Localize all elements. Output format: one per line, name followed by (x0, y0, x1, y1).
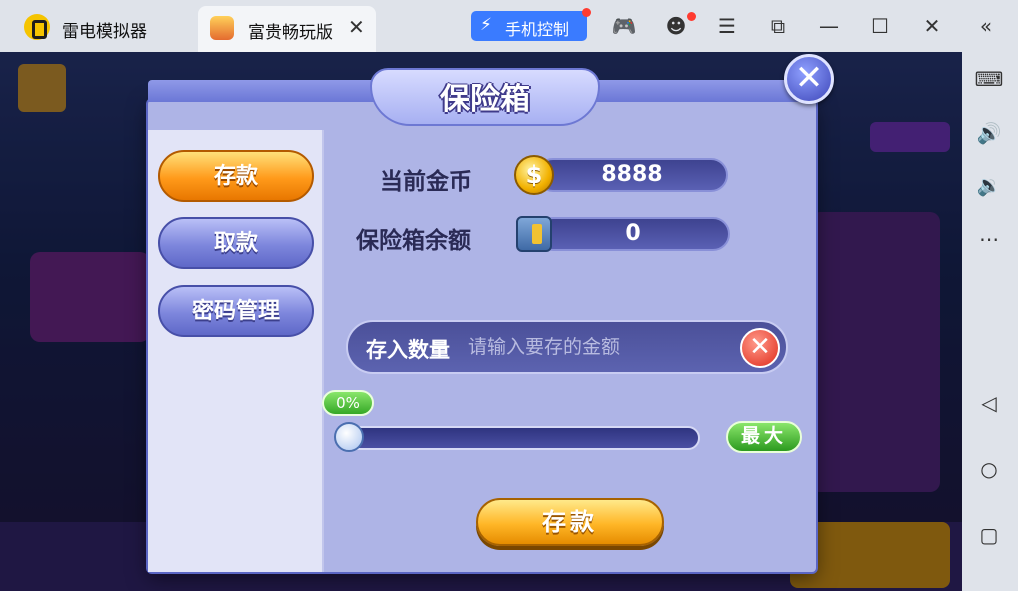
deposit-button[interactable]: 存款 (476, 498, 664, 546)
safe-balance-label: 保险箱余额 (356, 228, 471, 254)
volume-up-icon[interactable]: 🔊 (974, 118, 1004, 148)
tab-label: 富贵畅玩版 (248, 23, 333, 43)
account-notification-dot (687, 12, 696, 21)
menu-password-button[interactable]: 密码管理 (158, 285, 314, 337)
collapse-sidebar-icon[interactable]: « (972, 12, 1000, 40)
notification-dot (582, 8, 591, 17)
safe-balance-value: 0 (536, 217, 730, 251)
safe-menu: 存款 取款 密码管理 (148, 130, 324, 572)
current-coins-label: 当前金币 (380, 169, 472, 195)
close-dialog-button[interactable]: ✕ (784, 54, 834, 104)
slider-percent-badge: 0% (322, 390, 374, 416)
max-button[interactable]: 最大 (726, 421, 802, 453)
back-icon[interactable]: ◁ (974, 388, 1004, 418)
restore-window-icon[interactable]: ⧉ (764, 12, 792, 40)
deposit-amount-input[interactable] (468, 332, 728, 362)
app-title: 雷电模拟器 (62, 22, 147, 42)
amount-slider-track[interactable] (336, 426, 700, 450)
volume-down-icon[interactable]: 🔉 (974, 170, 1004, 200)
tab-close-icon[interactable]: ✕ (348, 15, 365, 39)
game-tab-icon (210, 16, 234, 40)
safe-icon (516, 216, 552, 252)
tab-game[interactable]: 富贵畅玩版 ✕ (198, 6, 376, 52)
maximize-icon[interactable]: ☐ (866, 12, 894, 40)
emulator-logo-icon (24, 14, 50, 40)
gamepad-icon[interactable]: 🎮 (610, 12, 638, 40)
amount-slider-thumb[interactable] (334, 422, 364, 452)
menu-deposit-button[interactable]: 存款 (158, 150, 314, 202)
lightning-icon: ⚡ (480, 15, 492, 35)
close-window-icon[interactable]: ✕ (918, 12, 946, 40)
more-icon[interactable]: ⋯ (974, 224, 1004, 254)
home-icon[interactable]: ○ (974, 454, 1004, 484)
keyboard-icon[interactable]: ⌨ (974, 64, 1004, 94)
minimize-icon[interactable]: — (815, 12, 843, 40)
safe-box-dialog: 保险箱 ✕ 存款 取款 密码管理 当前金币 8888 $ 保险箱余额 0 存入数… (148, 54, 834, 572)
deposit-amount-label: 存入数量 (366, 338, 450, 362)
emulator-sidebar: ⌨ 🔊 🔉 ⋯ ◁ ○ ▢ (962, 52, 1018, 591)
phone-control-label: 手机控制 (505, 20, 570, 39)
coin-icon: $ (514, 155, 554, 195)
emulator-titlebar: 雷电模拟器 富贵畅玩版 ✕ ⚡ 手机控制 🎮 ☻ ☰ ⧉ — ☐ ✕ « (0, 0, 1018, 52)
menu-icon[interactable]: ☰ (713, 12, 741, 40)
dialog-title: 保险箱 (440, 82, 530, 117)
dialog-header: 保险箱 (148, 68, 816, 130)
current-coins-value: 8888 (536, 158, 728, 192)
clear-input-button[interactable]: ✕ (740, 328, 780, 368)
account-icon[interactable]: ☻ (662, 12, 690, 40)
menu-withdraw-button[interactable]: 取款 (158, 217, 314, 269)
deposit-amount-row: 存入数量 ✕ (346, 320, 788, 374)
recent-apps-icon[interactable]: ▢ (974, 520, 1004, 550)
phone-control-button[interactable]: ⚡ 手机控制 (471, 11, 587, 41)
